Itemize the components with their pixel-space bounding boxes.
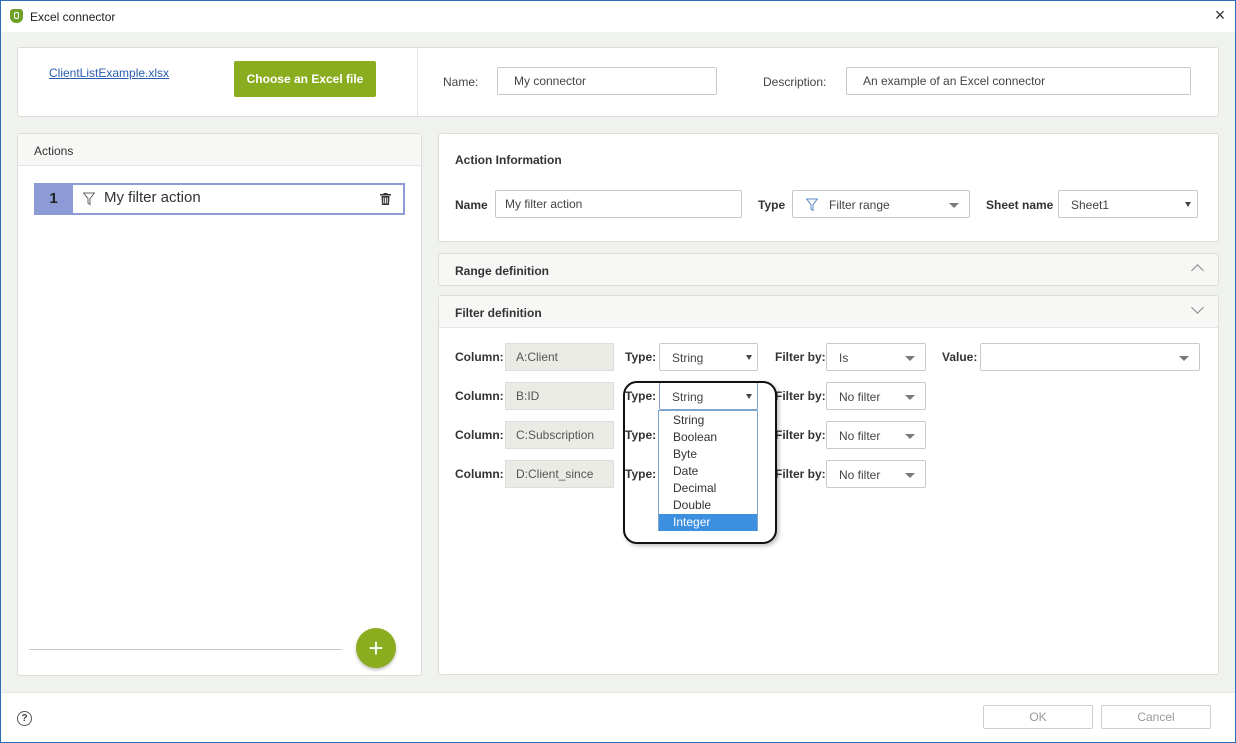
chevron-down-icon bbox=[746, 355, 752, 360]
chevron-down-icon bbox=[1185, 202, 1191, 207]
action-name-label: Name bbox=[455, 198, 488, 212]
type-label: Type: bbox=[625, 467, 657, 481]
close-icon[interactable]: × bbox=[1210, 5, 1230, 25]
connector-name-input[interactable]: My connector bbox=[497, 67, 717, 95]
action-name-input[interactable]: My filter action bbox=[495, 190, 742, 218]
description-label: Description: bbox=[763, 75, 827, 89]
column-type-value: String bbox=[672, 351, 704, 365]
title-bar bbox=[1, 1, 1235, 32]
column-label: Column: bbox=[455, 428, 504, 442]
column-field: B:ID bbox=[505, 382, 614, 410]
dropdown-option[interactable]: Date bbox=[659, 463, 757, 480]
chevron-down-icon bbox=[905, 356, 915, 361]
column-type-select-open[interactable]: String bbox=[659, 382, 758, 410]
type-label: Type: bbox=[625, 389, 657, 403]
dropdown-option[interactable]: Byte bbox=[659, 446, 757, 463]
filter-icon bbox=[82, 192, 96, 206]
column-type-select[interactable]: String bbox=[659, 343, 758, 371]
cancel-button[interactable]: Cancel bbox=[1101, 705, 1211, 729]
filter-by-label: Filter by: bbox=[775, 389, 826, 403]
file-link[interactable]: ClientListExample.xlsx bbox=[49, 66, 169, 80]
type-dropdown-list: String Boolean Byte Date Decimal Double … bbox=[658, 410, 758, 531]
filter-by-select[interactable]: No filter bbox=[826, 460, 926, 488]
sheet-name-select[interactable]: Sheet1 bbox=[1058, 190, 1198, 218]
filter-by-value: No filter bbox=[839, 429, 881, 443]
column-field: A:Client bbox=[505, 343, 614, 371]
action-type-value: Filter range bbox=[829, 198, 890, 212]
filter-by-label: Filter by: bbox=[775, 350, 826, 364]
range-definition-panel[interactable] bbox=[438, 253, 1219, 286]
column-label: Column: bbox=[455, 467, 504, 481]
chevron-down-icon bbox=[746, 394, 752, 399]
action-type-select[interactable]: Filter range bbox=[792, 190, 970, 218]
filter-by-label: Filter by: bbox=[775, 467, 826, 481]
type-label: Type: bbox=[625, 428, 657, 442]
chevron-down-icon bbox=[905, 473, 915, 478]
filter-by-value: No filter bbox=[839, 468, 881, 482]
action-label: My filter action bbox=[104, 189, 201, 206]
action-number: 1 bbox=[34, 183, 73, 215]
filter-by-select[interactable]: No filter bbox=[826, 421, 926, 449]
action-information-panel bbox=[438, 133, 1219, 242]
value-label: Value: bbox=[942, 350, 978, 364]
trash-icon[interactable] bbox=[380, 193, 391, 205]
actions-title: Actions bbox=[34, 144, 74, 158]
actions-header bbox=[18, 134, 421, 166]
choose-excel-file-button[interactable]: Choose an Excel file bbox=[234, 61, 376, 97]
window-title: Excel connector bbox=[30, 10, 116, 24]
filter-by-value: Is bbox=[839, 351, 849, 365]
chevron-down-icon bbox=[1179, 356, 1189, 361]
chevron-down-icon bbox=[905, 395, 915, 400]
sheet-name-value: Sheet1 bbox=[1071, 198, 1110, 212]
chevron-down-icon bbox=[905, 434, 915, 439]
filter-by-select[interactable]: Is bbox=[826, 343, 926, 371]
action-information-title: Action Information bbox=[455, 153, 562, 167]
dropdown-option-selected[interactable]: Integer bbox=[659, 514, 757, 531]
column-field: D:Client_since bbox=[505, 460, 614, 488]
help-icon[interactable]: ? bbox=[17, 711, 32, 726]
sheet-name-label: Sheet name bbox=[986, 198, 1054, 212]
filter-by-value: No filter bbox=[839, 390, 881, 404]
add-action-button[interactable]: + bbox=[356, 628, 396, 668]
app-logo-icon bbox=[10, 9, 23, 23]
column-label: Column: bbox=[455, 350, 504, 364]
column-field: C:Subscription bbox=[505, 421, 614, 449]
dropdown-option[interactable]: Boolean bbox=[659, 429, 757, 446]
range-definition-title: Range definition bbox=[455, 264, 549, 278]
filter-value-select[interactable] bbox=[980, 343, 1200, 371]
filter-definition-title: Filter definition bbox=[455, 306, 542, 320]
dropdown-option[interactable]: String bbox=[659, 412, 757, 429]
chevron-down-icon bbox=[949, 203, 959, 208]
type-label: Type: bbox=[625, 350, 657, 364]
column-label: Column: bbox=[455, 389, 504, 403]
ok-button[interactable]: OK bbox=[983, 705, 1093, 729]
actions-divider bbox=[29, 649, 342, 650]
name-label: Name: bbox=[443, 75, 479, 89]
action-type-label: Type bbox=[758, 198, 786, 212]
connector-description-input[interactable]: An example of an Excel connector bbox=[846, 67, 1191, 95]
dropdown-option[interactable]: Double bbox=[659, 497, 757, 514]
filter-definition-header[interactable] bbox=[439, 296, 1218, 328]
filter-by-label: Filter by: bbox=[775, 428, 826, 442]
panel-divider bbox=[417, 48, 418, 116]
dropdown-option[interactable]: Decimal bbox=[659, 480, 757, 497]
filter-by-select[interactable]: No filter bbox=[826, 382, 926, 410]
filter-icon bbox=[805, 198, 819, 212]
column-type-value: String bbox=[672, 390, 704, 404]
